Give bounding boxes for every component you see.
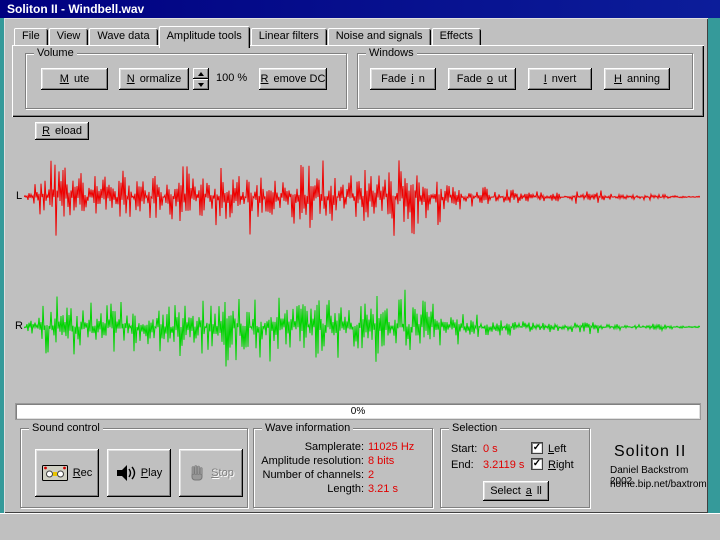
- progress-value: 0%: [351, 406, 365, 417]
- window-title: Soliton II - Windbell.wav: [7, 2, 144, 16]
- sound-control-group: Sound control Rec Play: [20, 428, 248, 508]
- windows-group: Windows Fade in Fade out Invert Hanning: [357, 53, 693, 109]
- right-channel-checkbox[interactable]: ✓: [531, 458, 543, 470]
- tab-file[interactable]: File: [14, 28, 48, 45]
- fade-in-button[interactable]: Fade in: [370, 68, 436, 90]
- waveform-display[interactable]: [24, 130, 700, 400]
- waveform-left-channel: [24, 160, 700, 235]
- selection-group-label: Selection: [449, 422, 500, 434]
- wave-information-list: Samplerate: 11025 Hz Amplitude resolutio…: [260, 441, 414, 495]
- down-arrow-icon: [198, 83, 204, 87]
- stop-button[interactable]: Stop: [179, 449, 243, 497]
- fade-out-button[interactable]: Fade out: [448, 68, 516, 90]
- samplerate-value: 11025 Hz: [368, 441, 414, 453]
- tab-wave-data[interactable]: Wave data: [89, 28, 157, 45]
- amplitude-resolution-value: 8 bits: [368, 455, 414, 467]
- sound-control-group-label: Sound control: [29, 422, 103, 434]
- window-titlebar[interactable]: Soliton II - Windbell.wav: [0, 0, 720, 18]
- selection-end-label: End:: [451, 459, 474, 471]
- volume-spinner: [193, 68, 209, 90]
- wave-information-group-label: Wave information: [262, 422, 353, 434]
- left-channel-checkbox[interactable]: ✓: [531, 442, 543, 454]
- left-channel-checkbox-label: Left: [548, 443, 566, 455]
- app-brand-name: Soliton II: [614, 443, 686, 461]
- speaker-icon: [116, 464, 136, 482]
- selection-start-value: 0 s: [483, 443, 498, 455]
- volume-percent-value: 100 %: [216, 72, 247, 84]
- volume-spin-up-button[interactable]: [193, 68, 209, 79]
- remove-dc-button[interactable]: Remove DC: [259, 68, 327, 90]
- length-label: Length:: [260, 483, 368, 495]
- desktop: Soliton II - Windbell.wav File View Wave…: [0, 0, 720, 540]
- amplitude-resolution-label: Amplitude resolution:: [260, 455, 368, 467]
- tab-view[interactable]: View: [49, 28, 89, 45]
- channels-value: 2: [368, 469, 414, 481]
- tab-strip: File View Wave data Amplitude tools Line…: [14, 25, 482, 45]
- progress-bar: 0%: [15, 403, 701, 420]
- waveform-right-channel: [24, 290, 700, 367]
- play-button[interactable]: Play: [107, 449, 171, 497]
- stop-hand-icon: [188, 464, 206, 482]
- rec-button[interactable]: Rec: [35, 449, 99, 497]
- rec-button-label: Rec: [73, 467, 93, 479]
- play-button-label: Play: [141, 467, 162, 479]
- windows-group-label: Windows: [366, 47, 417, 59]
- selection-group: Selection Start: 0 s End: 3.2119 s ✓ Lef…: [440, 428, 590, 508]
- tab-effects[interactable]: Effects: [432, 28, 481, 45]
- selection-start-label: Start:: [451, 443, 477, 455]
- selection-end-value: 3.2119 s: [483, 459, 524, 471]
- mute-button[interactable]: Mute: [41, 68, 108, 90]
- tab-noise-and-signals[interactable]: Noise and signals: [328, 28, 431, 45]
- normalize-button[interactable]: Normalize: [119, 68, 189, 90]
- samplerate-label: Samplerate:: [260, 441, 368, 453]
- taskbar: Пуск e Soliton II: [0, 513, 720, 540]
- app-website: home.bip.net/baxtrom: [610, 479, 707, 490]
- length-value: 3.21 s: [368, 483, 414, 495]
- tab-linear-filters[interactable]: Linear filters: [251, 28, 327, 45]
- wave-information-group: Wave information Samplerate: 11025 Hz Am…: [253, 428, 433, 508]
- stop-button-label: Stop: [211, 467, 234, 479]
- select-all-button[interactable]: Select all: [483, 481, 549, 501]
- hanning-button[interactable]: Hanning: [604, 68, 670, 90]
- amplitude-tools-page: Volume Mute Normalize 100 % Remove DC Wi…: [12, 45, 704, 117]
- volume-group-label: Volume: [34, 47, 77, 59]
- right-channel-checkbox-label: Right: [548, 459, 574, 471]
- tab-amplitude-tools[interactable]: Amplitude tools: [159, 26, 250, 48]
- volume-spin-down-button[interactable]: [193, 79, 209, 90]
- app-window: File View Wave data Amplitude tools Line…: [4, 18, 708, 513]
- cassette-icon: [42, 465, 68, 481]
- up-arrow-icon: [198, 72, 204, 76]
- volume-group: Volume Mute Normalize 100 % Remove DC: [25, 53, 347, 109]
- invert-button[interactable]: Invert: [528, 68, 592, 90]
- channels-label: Number of channels:: [260, 469, 368, 481]
